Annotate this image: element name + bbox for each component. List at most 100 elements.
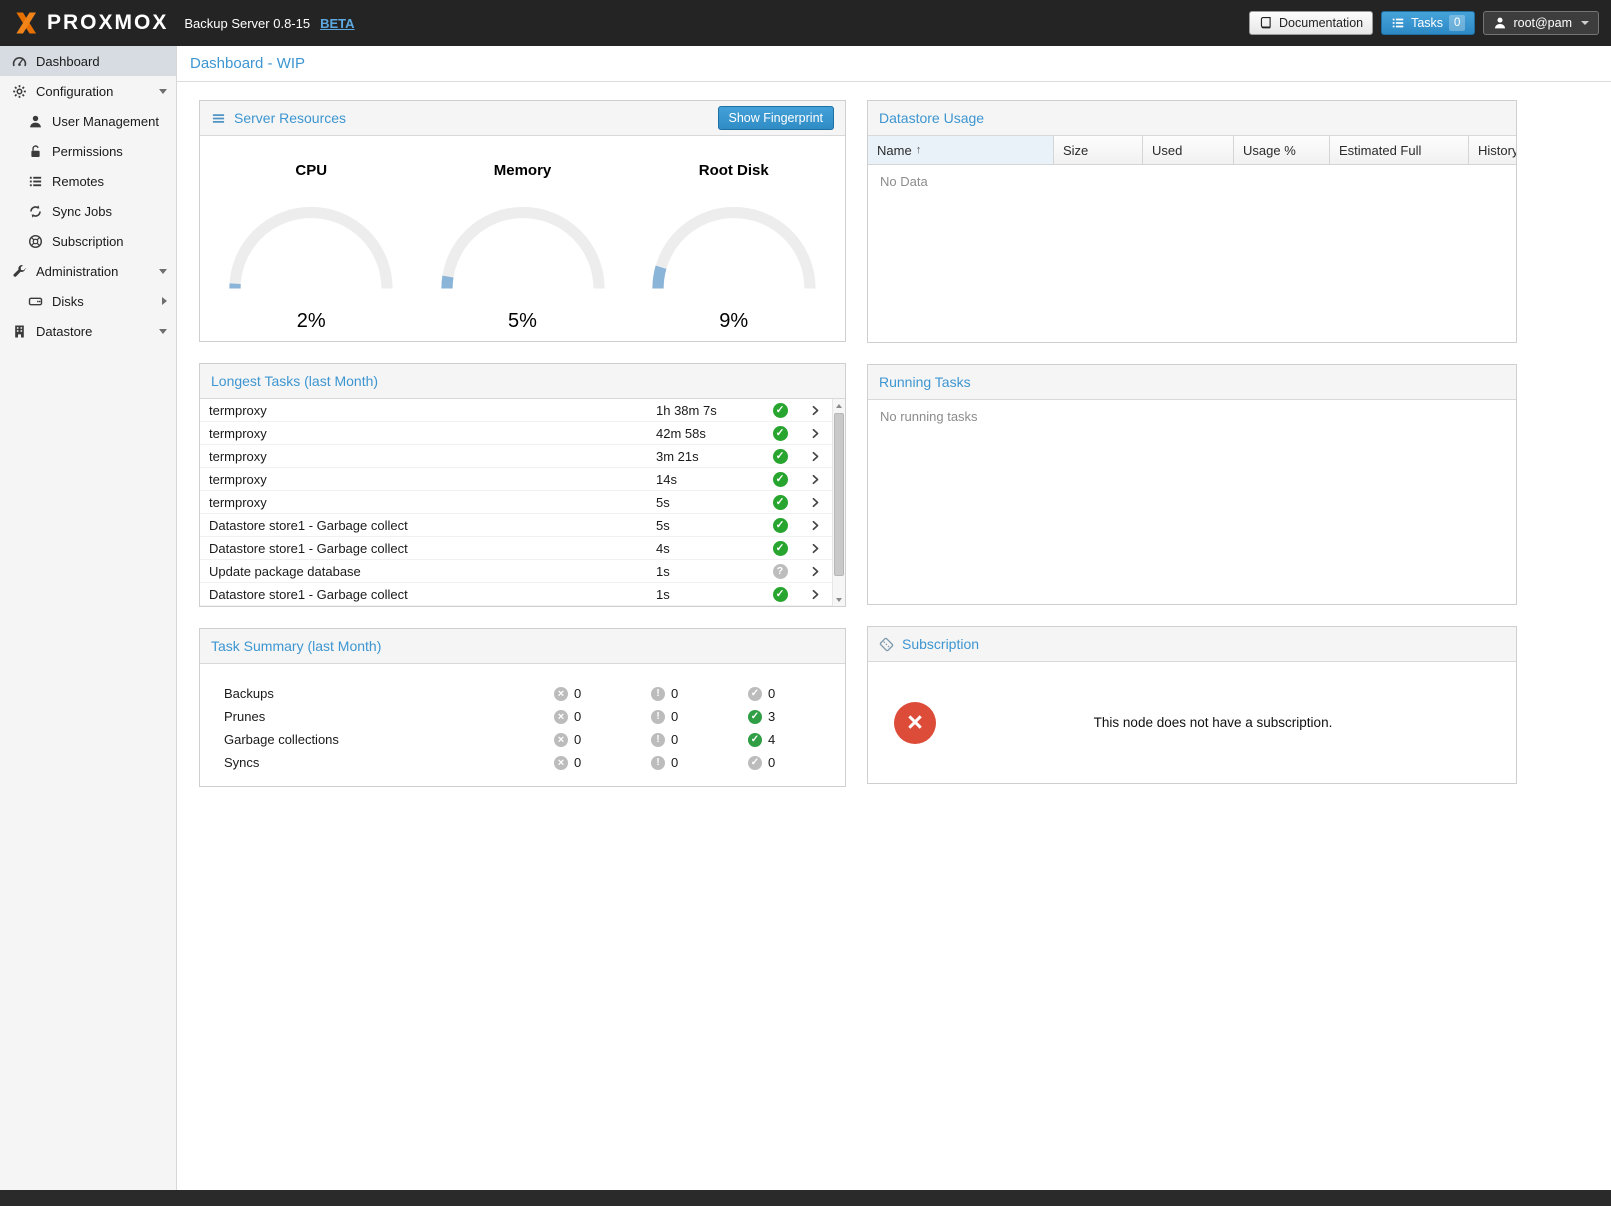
documentation-button[interactable]: Documentation xyxy=(1249,11,1373,35)
task-row[interactable]: termproxy 14s xyxy=(200,468,832,491)
sidebar-item-dashboard[interactable]: Dashboard xyxy=(0,46,176,76)
ok-count: 0 xyxy=(768,686,775,701)
task-row[interactable]: Update package database 1s xyxy=(200,560,832,583)
column-header[interactable]: Used ↑ xyxy=(1143,136,1234,164)
beta-link[interactable]: BETA xyxy=(320,16,354,31)
column-header[interactable]: Name ↑ xyxy=(868,136,1054,164)
chevron-right-icon xyxy=(810,543,821,554)
exclamation-circle-icon xyxy=(651,756,665,770)
proxmox-logo[interactable]: PROXMOX xyxy=(12,9,168,37)
sidebar-item-label: User Management xyxy=(52,114,159,129)
open-task-button[interactable] xyxy=(798,474,832,485)
datastore-empty-text: No Data xyxy=(868,165,1516,342)
task-name: termproxy xyxy=(200,472,656,487)
sidebar-item-datastore[interactable]: Datastore xyxy=(0,316,176,346)
bars-icon xyxy=(211,111,226,126)
gauge-percent-value: 5% xyxy=(423,310,623,333)
user-menu-button[interactable]: root@pam xyxy=(1483,11,1599,35)
tasks-button[interactable]: Tasks 0 xyxy=(1381,11,1475,35)
task-row[interactable]: Datastore store1 - Garbage collect 1s xyxy=(200,583,832,606)
task-summary-row: Prunes 0 0 xyxy=(200,705,845,728)
sidebar-item-permissions[interactable]: Permissions xyxy=(0,136,176,166)
task-summary-label: Garbage collections xyxy=(200,732,554,747)
column-header-label: Usage % xyxy=(1243,143,1296,158)
check-circle-icon xyxy=(748,687,762,701)
top-bar: PROXMOX Backup Server 0.8-15 BETA Docume… xyxy=(0,0,1611,46)
column-header[interactable]: History (last Month) ↑ xyxy=(1469,136,1516,164)
chevron-right-icon xyxy=(810,520,821,531)
task-row[interactable]: Datastore store1 - Garbage collect 4s xyxy=(200,537,832,560)
times-circle-icon xyxy=(554,756,568,770)
exclamation-circle-icon xyxy=(651,733,665,747)
sidebar-item-label: Dashboard xyxy=(36,54,100,69)
datastore-usage-title: Datastore Usage xyxy=(879,110,984,126)
sidebar-item-sync-jobs[interactable]: Sync Jobs xyxy=(0,196,176,226)
task-duration: 14s xyxy=(656,472,762,487)
scroll-up-button[interactable] xyxy=(833,399,845,412)
chevron-down-icon[interactable] xyxy=(159,89,167,94)
sidebar-item-user-management[interactable]: User Management xyxy=(0,106,176,136)
check-circle-icon xyxy=(773,403,788,418)
server-resources-header: Server Resources Show Fingerprint xyxy=(200,101,845,136)
open-task-button[interactable] xyxy=(798,566,832,577)
times-circle-icon xyxy=(554,710,568,724)
task-row[interactable]: termproxy 1h 38m 7s xyxy=(200,399,832,422)
open-task-button[interactable] xyxy=(798,543,832,554)
task-row[interactable]: termproxy 5s xyxy=(200,491,832,514)
dashboard-content: Server Resources Show Fingerprint CPU xyxy=(177,82,1611,787)
task-row[interactable]: Datastore store1 - Garbage collect 5s xyxy=(200,514,832,537)
ok-count: 0 xyxy=(768,755,775,770)
brand-wordmark: PROXMOX xyxy=(47,11,168,35)
open-task-button[interactable] xyxy=(798,451,832,462)
exclamation-circle-icon xyxy=(651,710,665,724)
chevron-down-icon[interactable] xyxy=(159,269,167,274)
show-fingerprint-button[interactable]: Show Fingerprint xyxy=(718,106,835,130)
sidebar-item-disks[interactable]: Disks xyxy=(0,286,176,316)
list-blocks-icon xyxy=(28,174,43,189)
task-summary-label: Backups xyxy=(200,686,554,701)
gauge-title: Memory xyxy=(423,162,623,179)
user-label: root@pam xyxy=(1513,16,1572,30)
gauge-percent-value: 9% xyxy=(634,310,834,333)
task-name: Update package database xyxy=(200,564,656,579)
scrollbar-thumb[interactable] xyxy=(834,413,844,576)
gear-icon xyxy=(12,84,27,99)
task-name: termproxy xyxy=(200,403,656,418)
open-task-button[interactable] xyxy=(798,497,832,508)
chevron-down-icon[interactable] xyxy=(159,329,167,334)
task-duration: 4s xyxy=(656,541,762,556)
user-icon xyxy=(28,114,43,129)
column-header[interactable]: Size ↑ xyxy=(1054,136,1143,164)
task-row[interactable]: termproxy 42m 58s xyxy=(200,422,832,445)
gauge-arc xyxy=(639,195,829,299)
vertical-scrollbar[interactable] xyxy=(832,399,845,606)
longest-tasks-grid: termproxy 1h 38m 7s xyxy=(200,399,845,606)
task-row[interactable]: termproxy 3m 21s xyxy=(200,445,832,468)
task-summary-row: Garbage collections 0 0 xyxy=(200,728,845,751)
warning-count: 0 xyxy=(671,732,678,747)
resource-gauge: CPU 2% xyxy=(211,136,411,341)
resource-gauges: CPU 2% Memory xyxy=(200,136,845,341)
open-task-button[interactable] xyxy=(798,428,832,439)
sidebar-item-remotes[interactable]: Remotes xyxy=(0,166,176,196)
open-task-button[interactable] xyxy=(798,405,832,416)
running-tasks-panel: Running Tasks No running tasks xyxy=(867,364,1517,605)
check-circle-icon xyxy=(748,710,762,724)
sidebar-item-administration[interactable]: Administration xyxy=(0,256,176,286)
ticket-icon xyxy=(879,637,894,652)
running-tasks-empty-text: No running tasks xyxy=(868,400,1516,604)
chevron-right-icon[interactable] xyxy=(162,297,167,305)
column-header[interactable]: Estimated Full ↑ xyxy=(1330,136,1469,164)
column-header[interactable]: Usage % ↑ xyxy=(1234,136,1330,164)
task-summary-body: Backups 0 0 xyxy=(200,664,845,786)
scroll-down-button[interactable] xyxy=(833,593,845,606)
task-summary-row: Backups 0 0 xyxy=(200,682,845,705)
longest-tasks-header: Longest Tasks (last Month) xyxy=(200,364,845,399)
sidebar-item-subscription[interactable]: Subscription xyxy=(0,226,176,256)
task-duration: 1s xyxy=(656,564,762,579)
ok-count: 4 xyxy=(768,732,775,747)
tasks-label: Tasks xyxy=(1411,16,1443,30)
open-task-button[interactable] xyxy=(798,589,832,600)
open-task-button[interactable] xyxy=(798,520,832,531)
sidebar-item-configuration[interactable]: Configuration xyxy=(0,76,176,106)
